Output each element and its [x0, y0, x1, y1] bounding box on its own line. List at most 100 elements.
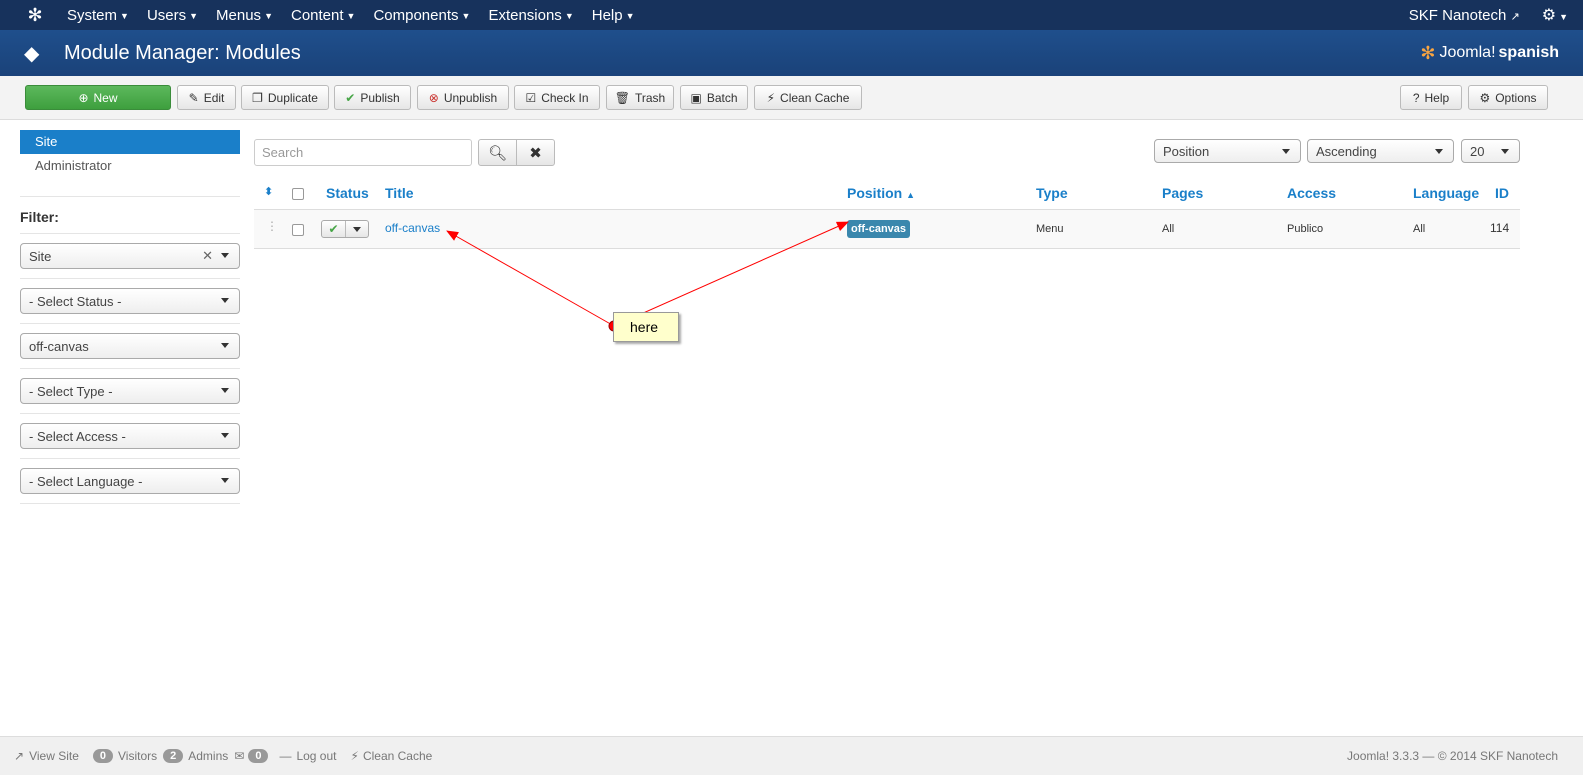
menu-extensions[interactable]: Extensions ▼ [479, 7, 582, 24]
status-header[interactable]: Status [326, 185, 369, 201]
title-header[interactable]: Title [385, 185, 414, 201]
clear-search-button[interactable]: ✖ [516, 139, 555, 166]
flash-icon: ⚡ [766, 90, 776, 105]
unpublish-icon: ⊗ [428, 90, 439, 105]
type-header[interactable]: Type [1036, 185, 1068, 201]
footer-clean-cache-link[interactable]: ⚡ Clean Cache [351, 749, 433, 763]
logout-link[interactable]: — Log out [279, 749, 336, 763]
external-link-icon: ↗ [14, 749, 25, 763]
filter-title: Filter: [20, 209, 240, 234]
unpublish-button[interactable]: ⊗ Unpublish [417, 85, 509, 110]
joomla-spanish-logo: ✻ Joomla! spanish [1420, 42, 1559, 63]
type-filter-select[interactable]: - Select Type - [20, 378, 240, 404]
options-button[interactable]: ⚙ Options [1468, 85, 1548, 110]
search-icon: 🔍︎ [487, 144, 508, 162]
id-header[interactable]: ID [1495, 185, 1509, 201]
status-dropdown[interactable] [346, 221, 368, 237]
page-title: Module Manager: Modules [64, 41, 301, 64]
close-icon: ✖ [529, 144, 542, 162]
module-title-link[interactable]: off-canvas [385, 221, 440, 235]
help-button[interactable]: ? Help [1400, 85, 1462, 110]
search-button[interactable]: 🔍︎ [478, 139, 517, 166]
access-cell: Publico [1287, 223, 1324, 235]
batch-button[interactable]: ▣ Batch [680, 85, 748, 110]
joomla-logo-icon[interactable]: ✻ [20, 5, 50, 26]
visitors-status: 0 Visitors [92, 749, 157, 763]
chevron-down-icon [221, 298, 229, 303]
menu-content[interactable]: Content ▼ [282, 7, 364, 24]
menu-menus[interactable]: Menus ▼ [207, 7, 282, 24]
chevron-down-icon [1282, 149, 1290, 154]
clear-icon[interactable]: ✕ [202, 248, 213, 264]
menu-components[interactable]: Components ▼ [364, 7, 479, 24]
toolbar: ⊕ New ✎ Edit ❐ Duplicate ✔ Publish ⊗ Unpublis… [0, 76, 1583, 120]
chevron-down-icon [1435, 149, 1443, 154]
check-in-button[interactable]: ☑ Check In [514, 85, 600, 110]
copyright-text: Joomla! 3.3.3 — © 2014 SKF Nanotech [1347, 749, 1558, 763]
new-button[interactable]: ⊕ New [25, 85, 171, 110]
menu-system[interactable]: System ▼ [58, 7, 138, 24]
language-filter-select[interactable]: - Select Language - [20, 468, 240, 494]
status-toggle[interactable]: ✔ [321, 220, 369, 238]
publish-button[interactable]: ✔ Publish [334, 85, 411, 110]
position-header[interactable]: Position ▲ [847, 185, 915, 201]
client-filter-select[interactable]: Site ✕ [20, 243, 240, 269]
table-row: ⋮ ✔ off-canvas off-canvas Menu All Publi… [254, 210, 1520, 249]
chevron-down-icon [221, 253, 229, 258]
chevron-down-icon [1501, 149, 1509, 154]
main-menu: System ▼ Users ▼ Menus ▼ Content ▼ Component… [58, 7, 644, 24]
chevron-down-icon [353, 226, 361, 232]
direction-select[interactable]: Ascending [1307, 139, 1454, 163]
menu-help[interactable]: Help ▼ [583, 7, 644, 24]
sort-asc-icon: ▲ [906, 190, 916, 200]
position-filter-select[interactable]: off-canvas [20, 333, 240, 359]
site-name-link[interactable]: SKF Nanotech ↗ [1409, 7, 1520, 24]
status-filter-select[interactable]: - Select Status - [20, 288, 240, 314]
id-cell: 114 [1490, 221, 1510, 235]
modules-table: ⬍ Status Title Position ▲ Type Pages Acc… [254, 176, 1520, 249]
language-header[interactable]: Language [1413, 185, 1479, 201]
limit-select[interactable]: 20 [1461, 139, 1520, 163]
annotation-note: here [613, 312, 679, 342]
trash-icon: 🗑 [614, 90, 630, 105]
table-header: ⬍ Status Title Position ▲ Type Pages Acc… [254, 176, 1520, 210]
sort-icon[interactable]: ⬍ [264, 185, 273, 198]
batch-icon: ▣ [690, 90, 702, 105]
duplicate-button[interactable]: ❐ Duplicate [241, 85, 329, 110]
top-navbar: ✻ System ▼ Users ▼ Menus ▼ Content ▼ Compone… [0, 0, 1583, 30]
access-filter-select[interactable]: - Select Access - [20, 423, 240, 449]
cube-icon: ◆ [24, 42, 40, 65]
copy-icon: ❐ [252, 90, 263, 105]
messages-status[interactable]: ✉ 0 [234, 749, 273, 763]
drag-handle-icon[interactable]: ⋮ [266, 219, 278, 233]
menu-users[interactable]: Users ▼ [138, 7, 207, 24]
trash-button[interactable]: 🗑 Trash [606, 85, 674, 110]
chevron-down-icon [221, 343, 229, 348]
pages-cell: All [1162, 223, 1175, 235]
pages-header[interactable]: Pages [1162, 185, 1203, 201]
sidebar-item-site[interactable]: Site [20, 130, 240, 154]
chevron-down-icon [221, 478, 229, 483]
gear-icon: ⚙ [1479, 90, 1491, 105]
edit-icon: ✎ [188, 90, 199, 105]
divider [20, 196, 240, 197]
clean-cache-button[interactable]: ⚡ Clean Cache [754, 85, 862, 110]
search-input[interactable]: Search [254, 139, 472, 166]
view-site-link[interactable]: ↗ View Site [14, 749, 79, 763]
sidebar-item-administrator[interactable]: Administrator [20, 154, 240, 178]
access-header[interactable]: Access [1287, 185, 1336, 201]
position-badge: off-canvas [847, 220, 911, 238]
sidebar: Site Administrator Filter: Site ✕ - Selec… [20, 130, 240, 504]
edit-button[interactable]: ✎ Edit [177, 85, 236, 110]
external-link-icon: ↗ [1510, 10, 1520, 23]
language-cell: All [1413, 223, 1426, 235]
gear-icon[interactable]: ⚙ ▼ [1542, 5, 1568, 25]
page-header: ◆ Module Manager: Modules ✻ Joomla! spani… [0, 30, 1583, 76]
check-icon[interactable]: ✔ [322, 221, 346, 237]
select-all-checkbox[interactable] [292, 188, 304, 200]
chevron-down-icon [221, 388, 229, 393]
status-footer: ↗ View Site 0 Visitors 2 Admins ✉ 0 — Log out… [0, 736, 1583, 775]
row-checkbox[interactable] [292, 224, 304, 236]
minus-icon: — [279, 749, 292, 763]
order-by-select[interactable]: Position [1154, 139, 1301, 163]
